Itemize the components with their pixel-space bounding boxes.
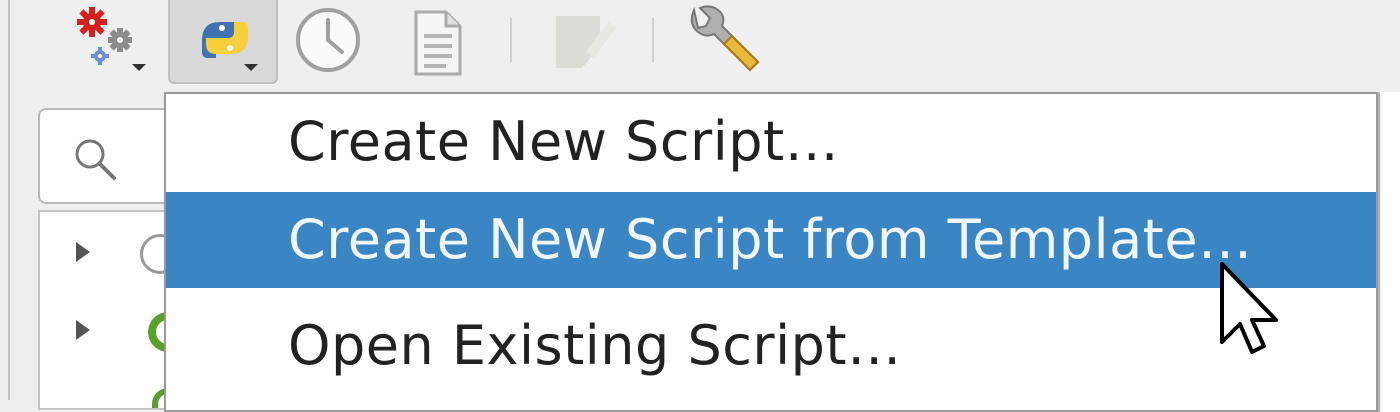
processing-gears-icon [77,7,132,65]
edit-features-button[interactable] [536,0,626,84]
toolbar-separator [652,18,654,62]
menu-item-open-existing-script[interactable]: Open Existing Script… [166,298,1376,394]
options-wrench-icon [690,5,760,72]
python-scripts-menu: Create New Script… Create New Script fro… [164,92,1378,412]
options-button[interactable] [680,0,770,84]
side-panel-edge [1378,92,1400,412]
processing-models-button[interactable] [68,0,154,84]
python-icon [202,22,248,58]
expand-arrow-icon[interactable] [76,320,90,340]
results-document-icon [414,10,462,76]
chevron-down-icon [244,64,258,71]
expand-arrow-icon[interactable] [76,242,90,262]
results-viewer-button[interactable] [406,0,470,84]
history-clock-icon [296,8,360,72]
menu-item-label: Create New Script… [288,110,840,173]
menu-item-label: Open Existing Script… [288,314,902,377]
menu-item-create-new-script[interactable]: Create New Script… [166,94,1376,190]
processing-toolbar [10,0,1400,84]
search-icon [75,139,116,180]
python-scripts-button[interactable] [168,0,278,84]
menu-item-create-from-template[interactable]: Create New Script from Template… [166,192,1376,288]
mouse-cursor-icon [1220,262,1278,354]
toolbar-separator [510,18,512,62]
edit-features-icon [556,16,616,68]
history-button[interactable] [290,0,368,84]
menu-item-label: Create New Script from Template… [288,208,1253,271]
chevron-down-icon [132,64,146,71]
